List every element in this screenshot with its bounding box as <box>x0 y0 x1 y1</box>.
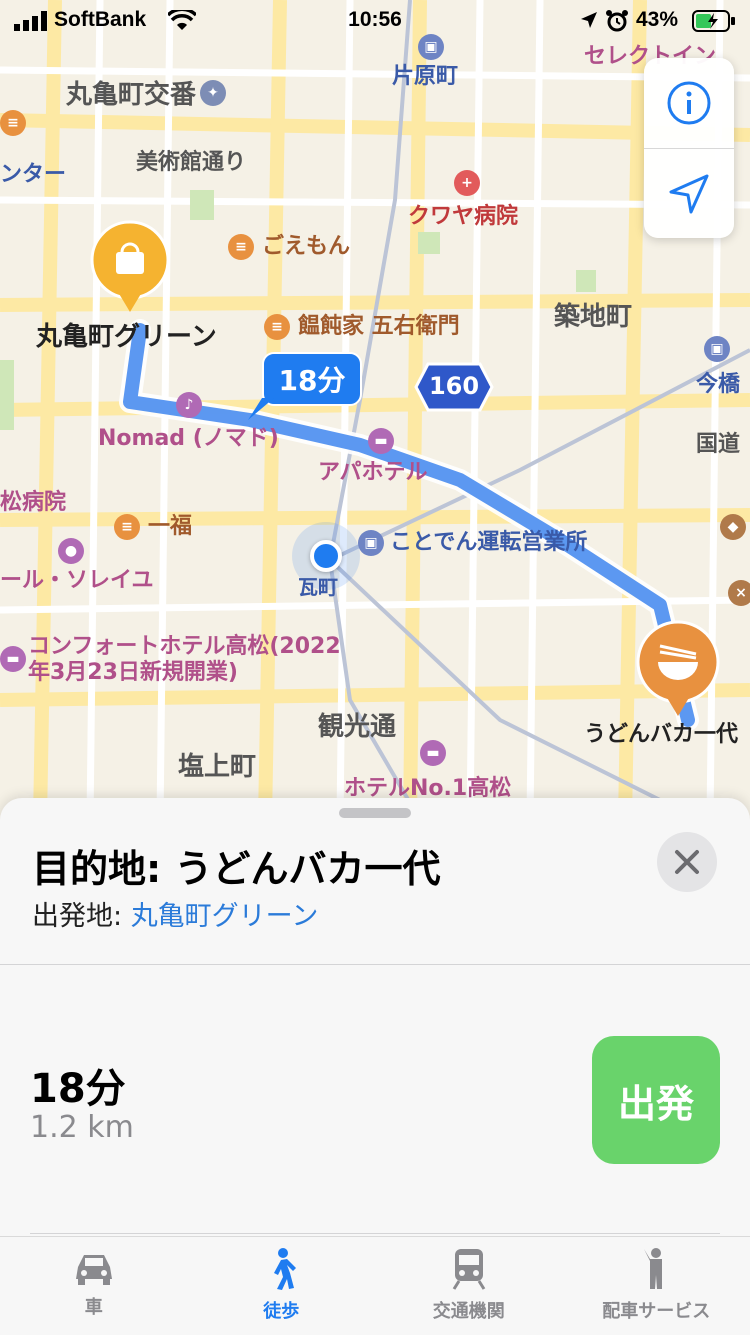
go-button[interactable]: 出発 <box>592 1036 720 1164</box>
route-distance: 1.2 km <box>30 1110 134 1145</box>
close-icon <box>674 849 700 875</box>
map-label-udonya: 饂飩家 五右衛門 <box>298 314 460 340</box>
route-160-badge: 160 <box>414 362 494 412</box>
transport-tab-bar: 車 徒歩 交通機関 配車サービス <box>0 1236 750 1335</box>
current-location-dot <box>310 540 342 572</box>
map-label-hospital-left: 松病院 <box>0 490 66 516</box>
hotel-icon: ▬ <box>420 740 446 766</box>
music-icon: ♪ <box>176 392 202 418</box>
map-label-kuwaya: クワヤ病院 <box>408 204 518 230</box>
destination-title: 目的地: うどんバカ一代 <box>32 838 440 893</box>
restaurant-icon: ≡ <box>264 314 290 340</box>
destination-prefix: 目的地: <box>32 847 174 891</box>
pin-icon: × <box>728 580 750 606</box>
destination-pin-label: うどんバカ一代 <box>584 722 738 748</box>
battery-percent: 43% <box>636 8 678 32</box>
route-duration: 18分 <box>30 1056 126 1114</box>
walk-icon <box>259 1247 303 1291</box>
map-label-imabashi: 今橋 <box>696 372 740 398</box>
tab-walk[interactable]: 徒歩 <box>188 1237 376 1335</box>
station-icon: ▣ <box>358 530 384 556</box>
close-button[interactable] <box>657 832 717 892</box>
origin-prefix: 出発地: <box>32 901 131 932</box>
info-icon <box>666 80 712 126</box>
tab-transit[interactable]: 交通機関 <box>375 1237 563 1335</box>
map-label-comfort-1: コンフォートホテル高松(2022 <box>28 634 341 660</box>
info-button[interactable] <box>644 58 734 148</box>
directions-sheet: 目的地: うどんバカ一代 出発地: 丸亀町グリーン 18分 1.2 km 出発 <box>0 798 750 1238</box>
destination-pin[interactable] <box>636 620 720 720</box>
map-label-comfort-2: 年3月23日新規開業) <box>28 660 238 686</box>
destination-name: うどんバカ一代 <box>174 847 440 891</box>
sheet-bottom-divider <box>30 1233 720 1234</box>
bubble-tail <box>246 398 276 422</box>
map-label-kankodori: 観光通 <box>318 712 396 742</box>
battery-icon <box>692 10 736 32</box>
origin-pin-label: 丸亀町グリーン <box>36 322 217 352</box>
map-label-koban: 丸亀町交番 <box>66 80 196 110</box>
map-label-gomon: ごえもん <box>262 234 350 260</box>
police-icon: ✦ <box>200 80 226 106</box>
map-label-apa: アパホテル <box>318 460 428 486</box>
route-time-bubble-label: 18分 <box>279 359 346 399</box>
origin-link[interactable]: 丸亀町グリーン <box>131 901 319 932</box>
hotel-icon: ▬ <box>368 428 394 454</box>
tab-car-label: 車 <box>85 1293 103 1319</box>
map-label-bijutsukan: 美術館通り <box>136 150 246 176</box>
map-label-kawaramachi: 瓦町 <box>298 574 338 600</box>
hospital-icon: + <box>454 170 480 196</box>
restaurant-icon: ≡ <box>228 234 254 260</box>
origin-row: 出発地: 丸亀町グリーン <box>32 894 318 933</box>
tab-ride-share[interactable]: 配車サービス <box>563 1237 750 1335</box>
map-controls <box>644 58 734 238</box>
map-label-kokudo: 国道 <box>696 432 740 458</box>
tab-car[interactable]: 車 <box>0 1237 188 1335</box>
train-icon <box>449 1247 489 1291</box>
map-label-nomad: Nomad (ノマド) <box>98 426 279 452</box>
map-label-kotoden: ことでん運転営業所 <box>390 530 587 556</box>
map-label-center: ンター <box>0 162 66 188</box>
locate-button[interactable] <box>644 149 734 239</box>
map-label-ippuku: 一福 <box>148 514 192 540</box>
hotel-icon: ▬ <box>0 646 26 672</box>
location-arrow-icon <box>580 11 598 29</box>
restaurant-icon: ≡ <box>0 110 26 136</box>
map-label-soleil: ール・ソレイユ <box>0 568 154 594</box>
map-view[interactable]: SoftBank 10:56 43% 丸亀町交番 ✦ 美術館通り ンター ≡ ▣… <box>0 0 750 820</box>
restaurant-icon: ≡ <box>114 514 140 540</box>
location-arrow-icon <box>667 172 711 216</box>
car-icon <box>72 1247 116 1287</box>
go-button-label: 出発 <box>618 1073 694 1128</box>
route-time-bubble[interactable]: 18分 <box>262 352 362 406</box>
map-label-shiogami: 塩上町 <box>178 752 256 782</box>
map-label-tsukiji: 築地町 <box>554 302 632 332</box>
tab-transit-label: 交通機関 <box>433 1297 505 1323</box>
sheet-grabber[interactable] <box>339 808 411 818</box>
station-icon: ▣ <box>704 336 730 362</box>
sheet-divider <box>0 964 750 965</box>
status-bar: SoftBank 10:56 43% <box>0 0 750 40</box>
school-icon: ◆ <box>720 514 746 540</box>
map-label-katahara: 片原町 <box>392 64 458 90</box>
camera-icon: ● <box>58 538 84 564</box>
tab-ride-share-label: 配車サービス <box>602 1297 710 1323</box>
tab-walk-label: 徒歩 <box>263 1297 299 1323</box>
origin-pin[interactable] <box>88 220 172 316</box>
ride-share-icon <box>636 1247 676 1291</box>
alarm-icon <box>605 9 629 33</box>
